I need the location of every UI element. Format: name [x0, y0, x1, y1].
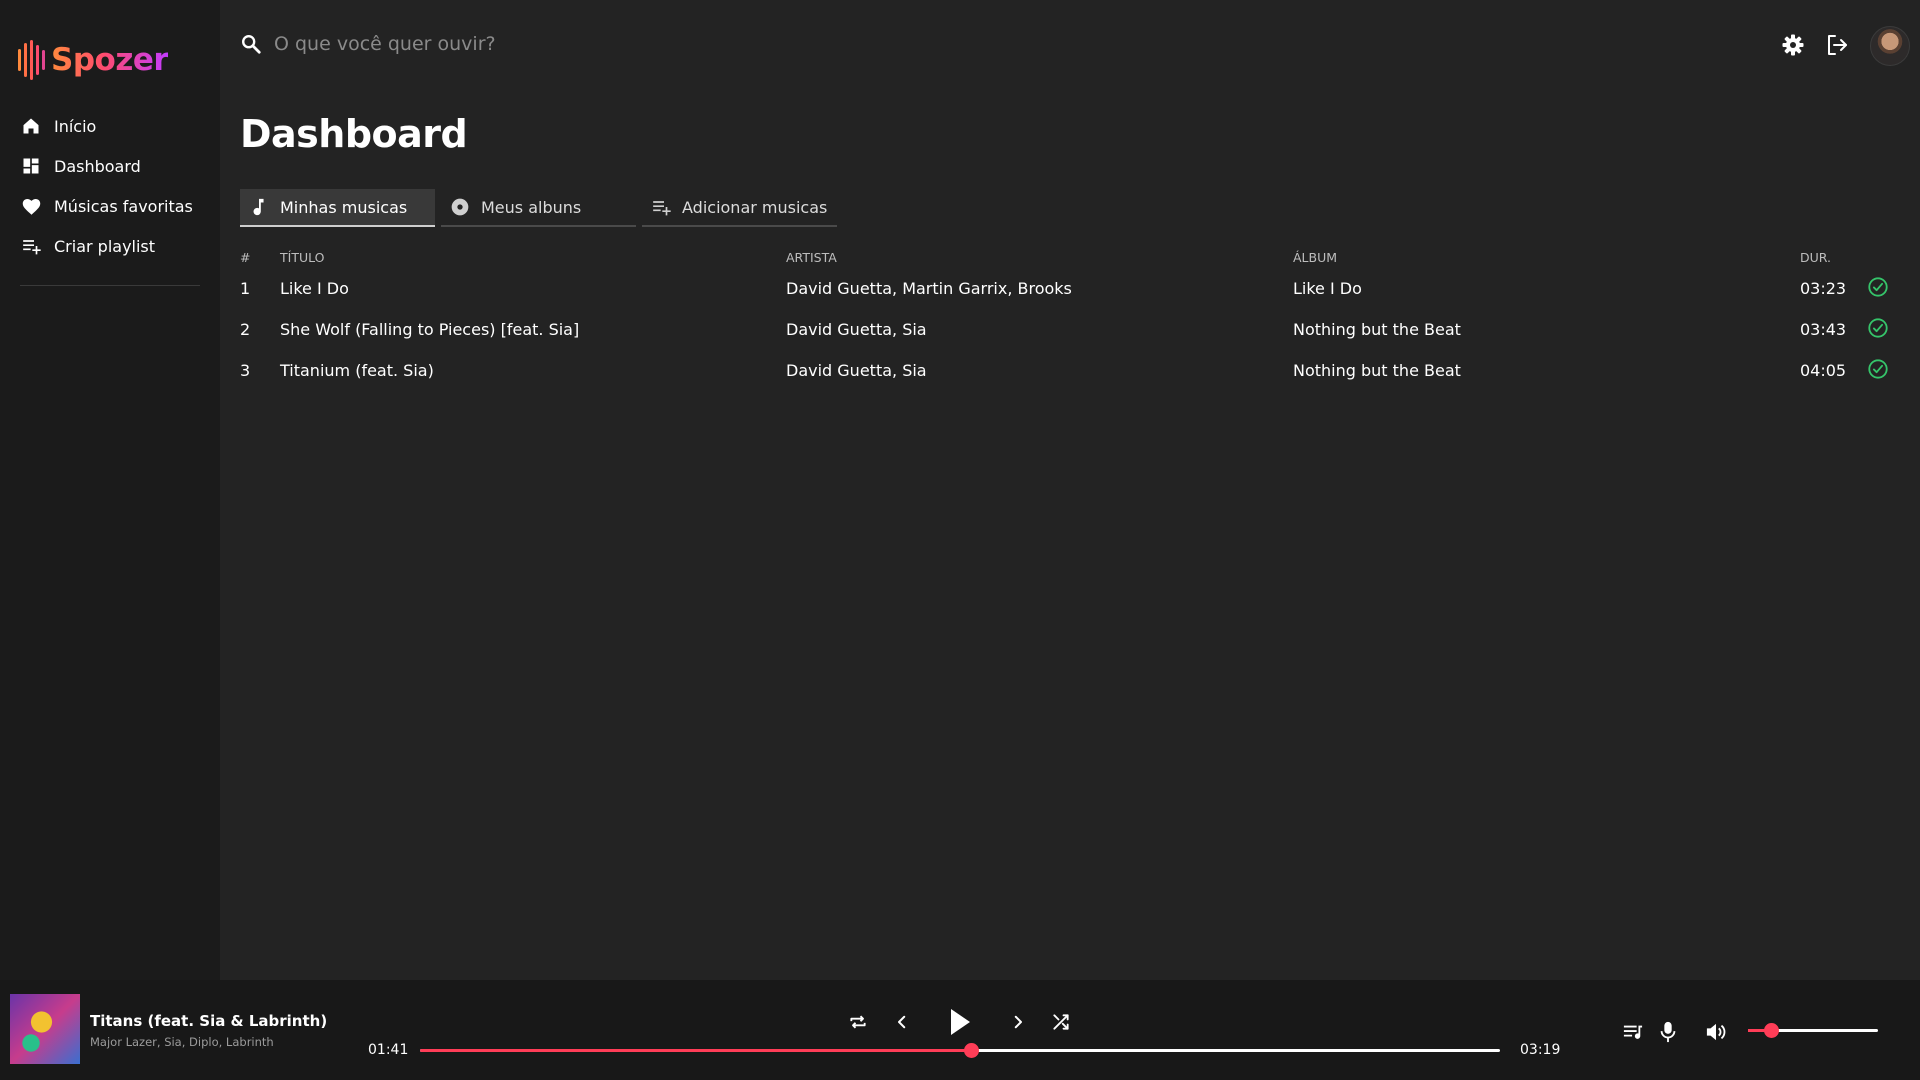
app-name: Spozer [51, 42, 169, 78]
sidebar-item-label: Início [54, 116, 97, 136]
sidebar-divider [20, 285, 200, 286]
app-logo[interactable]: Spozer [18, 38, 169, 82]
row-title[interactable]: Titanium (feat. Sia) [280, 361, 434, 380]
tab-meus-albuns[interactable]: Meus albuns [441, 189, 636, 227]
volume-thumb[interactable] [1764, 1023, 1780, 1038]
check-circle-icon[interactable] [1867, 358, 1889, 384]
playlist-add-icon [20, 235, 42, 257]
home-icon [20, 115, 42, 137]
tab-adicionar-musicas[interactable]: Adicionar musicas [642, 189, 837, 227]
artist-link[interactable]: Sia [902, 361, 926, 380]
header-title: Título [280, 250, 325, 265]
gear-icon[interactable] [1780, 32, 1806, 58]
row-duration: 03:43 [1800, 320, 1847, 339]
row-artists: David Guetta, Sia [786, 361, 927, 380]
row-title[interactable]: Like I Do [280, 279, 349, 298]
row-album[interactable]: Nothing but the Beat [1293, 320, 1461, 339]
logo-bars-icon [18, 40, 45, 80]
next-icon[interactable] [1006, 1010, 1030, 1034]
artist-link[interactable]: Sia [902, 320, 926, 339]
music-note-icon [248, 196, 270, 218]
tab-minhas-musicas[interactable]: Minhas musicas [240, 189, 435, 227]
progress-slider[interactable] [420, 1043, 1500, 1058]
row-artists: David Guetta, Martin Garrix, Brooks [786, 279, 1072, 298]
microphone-icon[interactable] [1656, 1020, 1680, 1044]
row-duration: 04:05 [1800, 361, 1847, 380]
row-title[interactable]: She Wolf (Falling to Pieces) [feat. Sia] [280, 320, 579, 339]
search-icon[interactable] [240, 33, 262, 55]
album-cover[interactable] [10, 994, 80, 1064]
logout-icon[interactable] [1824, 32, 1850, 58]
repeat-icon[interactable] [846, 1010, 870, 1034]
play-icon[interactable] [943, 1004, 977, 1040]
row-number: 1 [240, 279, 251, 298]
avatar[interactable] [1870, 26, 1910, 66]
volume-slider[interactable] [1748, 1023, 1878, 1038]
shuffle-icon[interactable] [1049, 1010, 1073, 1034]
search-input[interactable] [274, 26, 874, 62]
sidebar-item-favorites[interactable]: Músicas favoritas [20, 186, 200, 226]
table-row[interactable]: 1 Like I Do David Guetta, Martin Garrix,… [240, 270, 1900, 311]
tab-label: Meus albuns [481, 197, 582, 217]
tab-label: Minhas musicas [280, 197, 408, 217]
playlist-add-icon [650, 196, 672, 218]
artist-link[interactable]: David Guetta [786, 361, 892, 380]
now-playing-title[interactable]: Titans (feat. Sia & Labrinth) [90, 1012, 327, 1030]
header-num: # [240, 250, 251, 265]
total-time: 03:19 [1520, 1042, 1561, 1058]
tab-bar: Minhas musicas Meus albuns Adicionar mus… [240, 189, 837, 227]
check-circle-icon[interactable] [1867, 276, 1889, 302]
songs-table: # Título Artista Álbum Dur. 1 Like I Do … [240, 244, 1900, 393]
disc-icon [449, 196, 471, 218]
row-number: 3 [240, 361, 251, 380]
sidebar-nav: Início Dashboard Músicas favoritas Criar… [20, 106, 200, 266]
artist-link[interactable]: David Guetta [786, 279, 892, 298]
volume-icon[interactable] [1703, 1020, 1729, 1044]
table-row[interactable]: 2 She Wolf (Falling to Pieces) [feat. Si… [240, 311, 1900, 352]
table-header: # Título Artista Álbum Dur. [240, 244, 1900, 270]
player-bar: Titans (feat. Sia & Labrinth) Major Laze… [0, 980, 1920, 1080]
table-row[interactable]: 3 Titanium (feat. Sia) David Guetta, Sia… [240, 352, 1900, 393]
sidebar: Spozer Início Dashboard Músicas favorita… [0, 0, 220, 980]
progress-thumb[interactable] [963, 1043, 979, 1058]
tab-label: Adicionar musicas [682, 197, 828, 217]
check-circle-icon[interactable] [1867, 317, 1889, 343]
dashboard-icon [20, 155, 42, 177]
row-artists: David Guetta, Sia [786, 320, 927, 339]
row-album[interactable]: Like I Do [1293, 279, 1362, 298]
row-album[interactable]: Nothing but the Beat [1293, 361, 1461, 380]
current-time: 01:41 [368, 1042, 409, 1058]
row-duration: 03:23 [1800, 279, 1847, 298]
sidebar-item-inicio[interactable]: Início [20, 106, 200, 146]
progress-fill [420, 1049, 971, 1052]
previous-icon[interactable] [890, 1010, 914, 1034]
row-number: 2 [240, 320, 251, 339]
sidebar-item-label: Criar playlist [54, 236, 156, 256]
artist-link[interactable]: Martin Garrix [902, 279, 1007, 298]
sidebar-item-label: Dashboard [54, 156, 141, 176]
header-duration: Dur. [1800, 250, 1831, 265]
header-album: Álbum [1293, 250, 1338, 265]
artist-link[interactable]: Brooks [1017, 279, 1071, 298]
heart-icon [20, 195, 42, 217]
sidebar-item-dashboard[interactable]: Dashboard [20, 146, 200, 186]
sidebar-item-create-playlist[interactable]: Criar playlist [20, 226, 200, 266]
queue-icon[interactable] [1620, 1020, 1646, 1044]
page-title: Dashboard [240, 112, 468, 156]
artist-link[interactable]: David Guetta [786, 320, 892, 339]
now-playing-artists[interactable]: Major Lazer, Sia, Diplo, Labrinth [90, 1035, 274, 1049]
header-artist: Artista [786, 250, 837, 265]
sidebar-item-label: Músicas favoritas [54, 196, 193, 216]
